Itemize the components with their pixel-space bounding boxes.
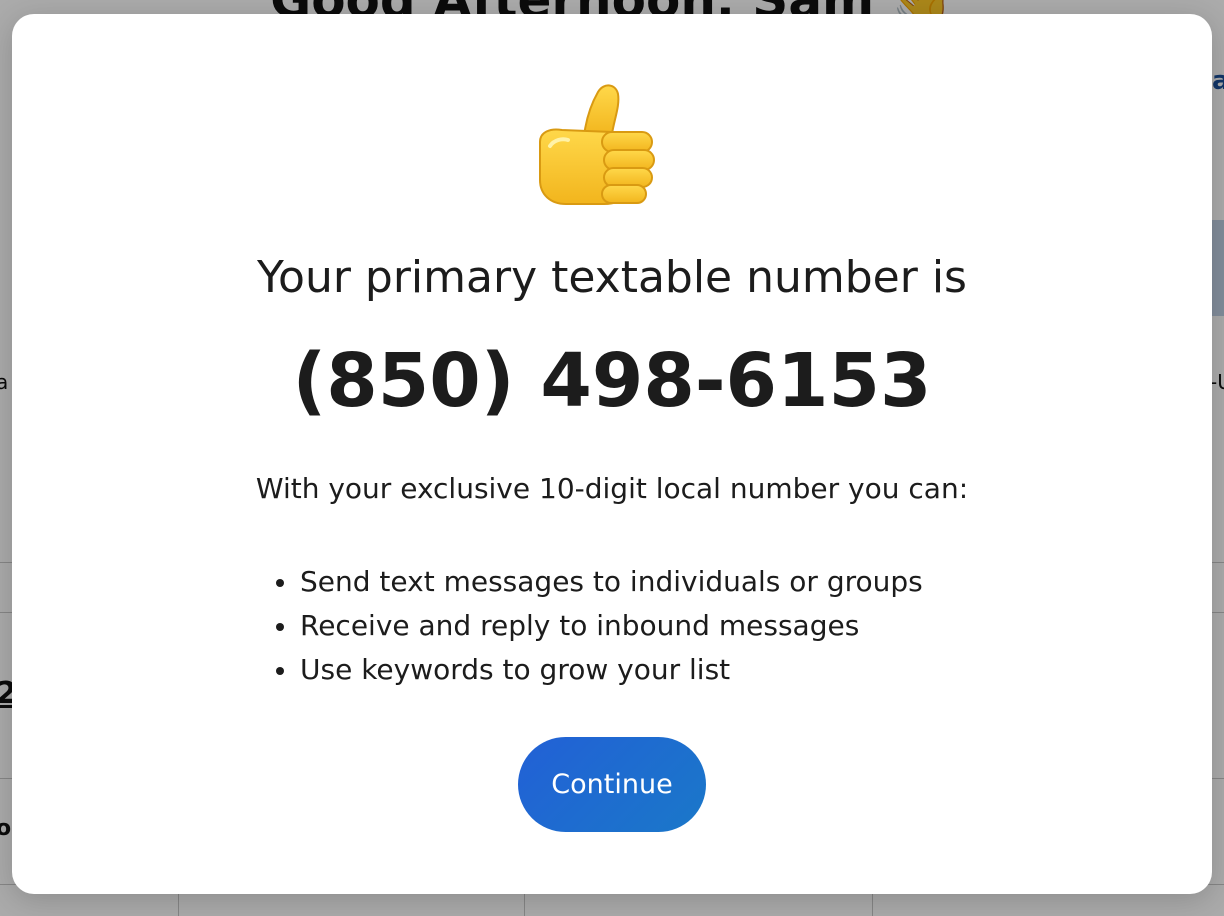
list-item: Send text messages to individuals or gro… [276,560,923,604]
primary-phone-number: (850) 498-6153 [292,338,932,424]
list-item: Use keywords to grow your list [276,648,923,692]
benefits-list: Send text messages to individuals or gro… [276,560,923,692]
textable-number-modal: Your primary textable number is (850) 49… [12,14,1212,894]
thumbs-up-icon [532,76,656,206]
continue-button[interactable]: Continue [518,737,706,832]
modal-heading: Your primary textable number is [257,252,967,303]
list-item: Receive and reply to inbound messages [276,604,923,648]
benefits-intro: With your exclusive 10-digit local numbe… [255,472,969,505]
